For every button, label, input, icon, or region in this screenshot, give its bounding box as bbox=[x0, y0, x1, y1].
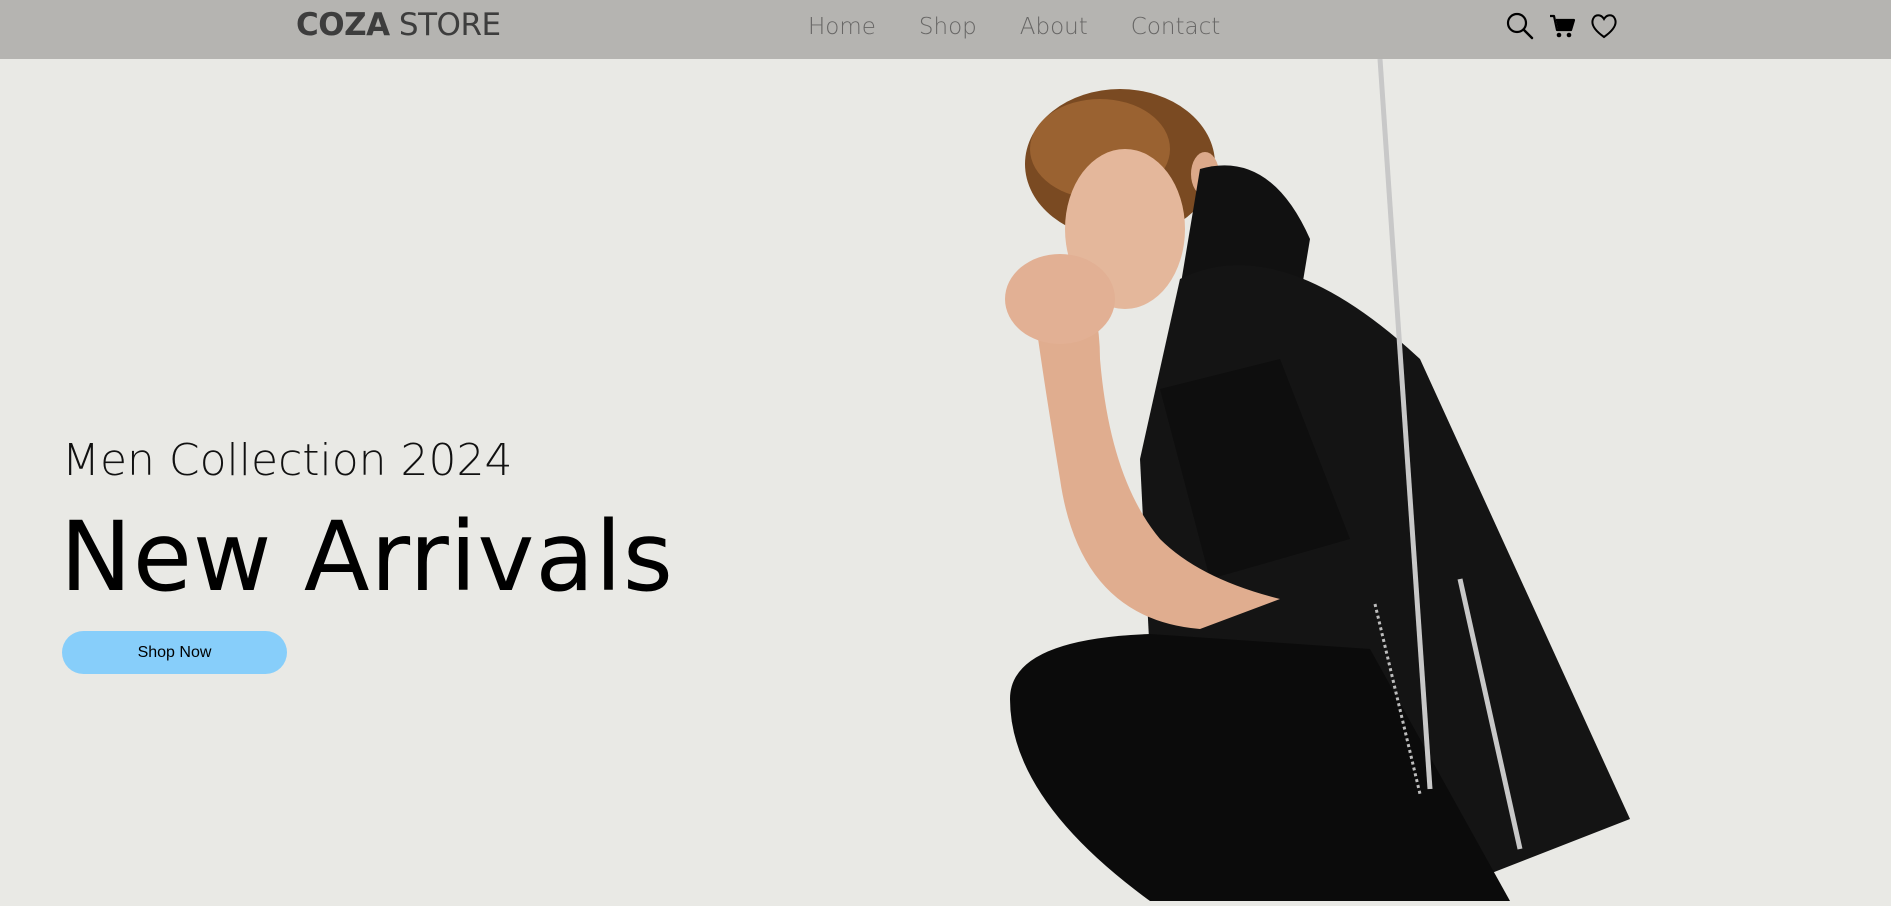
model-photo bbox=[950, 58, 1650, 902]
cart-icon[interactable] bbox=[1548, 12, 1576, 40]
main-nav: Home Shop About Contact bbox=[808, 14, 1220, 40]
nav-home[interactable]: Home bbox=[808, 14, 876, 40]
hero-subtitle: Men Collection 2024 bbox=[62, 435, 513, 486]
logo-bold-text: COZA bbox=[296, 7, 390, 43]
nav-contact[interactable]: Contact bbox=[1131, 14, 1220, 40]
search-icon[interactable] bbox=[1506, 12, 1534, 40]
logo-light-text: STORE bbox=[389, 7, 501, 43]
nav-about[interactable]: About bbox=[1020, 14, 1088, 40]
navbar: COZA STORE Home Shop About Contact bbox=[0, 0, 1891, 59]
hero-headline: New Arrivals bbox=[60, 501, 674, 613]
nav-icons bbox=[1506, 12, 1618, 40]
nav-shop[interactable]: Shop bbox=[919, 14, 977, 40]
shop-now-button[interactable]: Shop Now bbox=[62, 631, 287, 674]
heart-icon[interactable] bbox=[1590, 12, 1618, 40]
hero-section: Men Collection 2024 New Arrivals Shop No… bbox=[0, 58, 1891, 902]
logo[interactable]: COZA STORE bbox=[296, 7, 501, 43]
